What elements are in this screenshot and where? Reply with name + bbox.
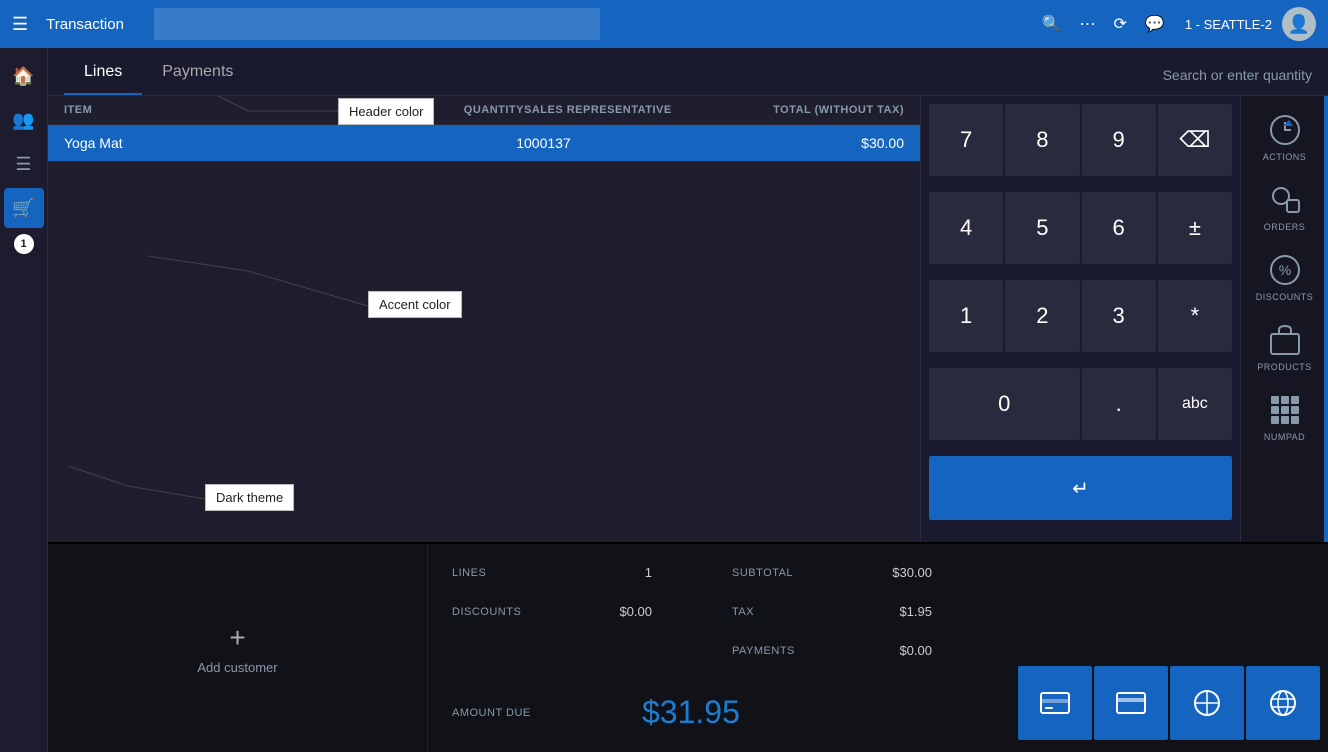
plus-icon: +: [229, 622, 245, 654]
lines-value: 1: [592, 565, 652, 580]
col-rep: SALES REPRESENTATIVE: [524, 104, 724, 116]
col-total: TOTAL (WITHOUT TAX): [724, 104, 904, 116]
avatar[interactable]: 👤: [1282, 7, 1316, 41]
numpad-backspace[interactable]: ⌫: [1158, 104, 1232, 176]
payments-label2: PAYMENTS: [732, 645, 812, 657]
numpad-label: NUMPAD: [1264, 432, 1305, 442]
sidebar-item-cart[interactable]: 🛒: [4, 188, 44, 228]
main-layout: 🏠 👥 ☰ 🛒 1 Lines Payments Search or enter…: [0, 48, 1328, 752]
annotation-dark-theme: Dark theme: [205, 484, 294, 511]
tax-value: $1.95: [852, 604, 932, 619]
numpad-9[interactable]: 9: [1082, 104, 1156, 176]
left-sidebar: 🏠 👥 ☰ 🛒 1: [0, 48, 48, 752]
pay-btn-globe[interactable]: [1246, 666, 1320, 740]
add-customer-btn[interactable]: + Add customer: [48, 544, 428, 752]
sidebar-item-menu[interactable]: ☰: [4, 144, 44, 184]
action-orders[interactable]: ORDERS: [1247, 174, 1323, 240]
pay-btn-cards[interactable]: [1018, 666, 1092, 740]
sidebar-item-home[interactable]: 🏠: [4, 56, 44, 96]
discounts-label: DISCOUNTS: [1256, 292, 1314, 302]
col-item: ITEM: [64, 104, 404, 116]
search-icon[interactable]: 🔍: [1042, 14, 1062, 34]
hamburger-icon[interactable]: ☰: [12, 14, 28, 35]
orders-label: ORDERS: [1264, 222, 1306, 232]
summary-row-discounts: DISCOUNTS $0.00 TAX $1.95: [452, 599, 986, 624]
products-label: PRODUCTS: [1257, 362, 1312, 372]
app-title: Transaction: [46, 16, 124, 33]
sidebar-item-users[interactable]: 👥: [4, 100, 44, 140]
amount-due-label: AMOUNT DUE: [452, 707, 542, 719]
top-icons: 🔍 ⋯ ⟳ 💬: [1042, 14, 1165, 34]
table-area: ITEM QUANTITY SALES REPRESENTATIVE TOTAL…: [48, 96, 920, 542]
row-rep: 000137: [524, 135, 724, 151]
subtotal-label: SUBTOTAL: [732, 567, 812, 579]
numpad-6[interactable]: 6: [1082, 192, 1156, 264]
row-qty: 1: [404, 135, 524, 151]
numpad-active-indicator: [1324, 96, 1328, 542]
discounts-value: $0.00: [592, 604, 652, 619]
payment-buttons: [1010, 544, 1328, 752]
action-products[interactable]: PRODUCTS: [1247, 314, 1323, 380]
lines-label: LINES: [452, 567, 542, 579]
refresh-icon[interactable]: ⟳: [1114, 14, 1127, 34]
amount-due-value: $31.95: [642, 694, 760, 731]
sidebar-badge: 1: [14, 234, 34, 254]
col-qty: QUANTITY: [404, 104, 524, 116]
subtotal-value: $30.00: [852, 565, 932, 580]
search-input[interactable]: [154, 8, 600, 40]
top-bar: ☰ Transaction 🔍 ⋯ ⟳ 💬 1 - SEATTLE-2 👤: [0, 0, 1328, 48]
tab-payments[interactable]: Payments: [142, 51, 253, 95]
actions-panel: ACTIONS ORDERS % DISCOUNTS: [1240, 96, 1328, 542]
numpad-icon: [1267, 392, 1303, 428]
tax-label: TAX: [732, 606, 812, 618]
payments-v: $0.00: [852, 643, 932, 658]
numpad-grid: 7 8 9 ⌫ 4 5 6 ± 1 2 3 * 0 . abc ↵: [921, 96, 1240, 542]
action-discounts[interactable]: % DISCOUNTS: [1247, 244, 1323, 310]
discounts-icon: %: [1267, 252, 1303, 288]
numpad-plusminus[interactable]: ±: [1158, 192, 1232, 264]
products-icon: [1267, 322, 1303, 358]
actions-icon: [1267, 112, 1303, 148]
bottom-summary: LINES 1 SUBTOTAL $30.00 DISCOUNTS $0.00 …: [428, 544, 1010, 752]
numpad-enter[interactable]: ↵: [929, 456, 1232, 520]
numpad-1[interactable]: 1: [929, 280, 1003, 352]
numpad-0[interactable]: 0: [929, 368, 1080, 440]
numpad-5[interactable]: 5: [1005, 192, 1079, 264]
numpad-abc[interactable]: abc: [1158, 368, 1232, 440]
numpad-panel: 7 8 9 ⌫ 4 5 6 ± 1 2 3 * 0 . abc ↵: [920, 96, 1240, 542]
content-area: Lines Payments Search or enter quantity …: [48, 48, 1328, 752]
numpad-2[interactable]: 2: [1005, 280, 1079, 352]
add-customer-label: Add customer: [197, 660, 277, 675]
chat-icon[interactable]: 💬: [1145, 14, 1165, 34]
row-total: $30.00: [724, 135, 904, 151]
summary-row-payments: PAYMENTS $0.00: [452, 638, 986, 663]
row-item: Yoga Mat: [64, 135, 404, 151]
numpad-multiply[interactable]: *: [1158, 280, 1232, 352]
pay-btn-other[interactable]: [1170, 666, 1244, 740]
bottom-section: + Add customer LINES 1 SUBTOTAL $30.00 D…: [48, 542, 1328, 752]
search-qty: Search or enter quantity: [1163, 67, 1312, 95]
numpad-3[interactable]: 3: [1082, 280, 1156, 352]
action-actions[interactable]: ACTIONS: [1247, 104, 1323, 170]
numpad-8[interactable]: 8: [1005, 104, 1079, 176]
annotation-accent-color: Accent color: [368, 291, 462, 318]
orders-icon: [1267, 182, 1303, 218]
numpad-7[interactable]: 7: [929, 104, 1003, 176]
action-numpad[interactable]: NUMPAD: [1247, 384, 1323, 450]
numpad-dot[interactable]: .: [1082, 368, 1156, 440]
numpad-4[interactable]: 4: [929, 192, 1003, 264]
tab-lines[interactable]: Lines: [64, 51, 142, 95]
store-info: 1 - SEATTLE-2: [1185, 17, 1272, 32]
pay-btn-credit[interactable]: [1094, 666, 1168, 740]
header-tabs: Lines Payments Search or enter quantity: [48, 48, 1328, 96]
svg-text:%: %: [1278, 262, 1290, 278]
discounts-label2: DISCOUNTS: [452, 606, 542, 618]
amount-due-row: AMOUNT DUE $31.95: [452, 681, 986, 736]
more-icon[interactable]: ⋯: [1080, 14, 1096, 34]
table-row[interactable]: Yoga Mat 1 000137 $30.00: [48, 125, 920, 161]
table-header: ITEM QUANTITY SALES REPRESENTATIVE TOTAL…: [48, 96, 920, 125]
summary-row-lines: LINES 1 SUBTOTAL $30.00: [452, 560, 986, 585]
actions-label: ACTIONS: [1263, 152, 1307, 162]
